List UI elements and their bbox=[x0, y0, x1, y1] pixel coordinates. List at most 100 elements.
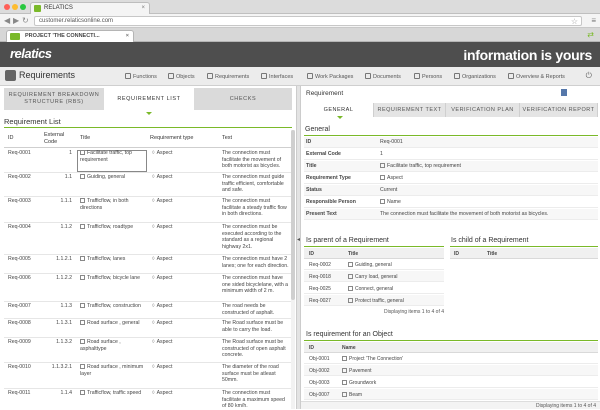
requirement-title[interactable]: Trafficflow, traffic speed bbox=[80, 390, 144, 397]
nav-objects[interactable]: Objects bbox=[168, 73, 195, 80]
bookmark-star-icon[interactable]: ☆ bbox=[571, 17, 578, 26]
back-icon[interactable]: ◀ bbox=[4, 15, 10, 27]
requirement-id[interactable]: Req-0003 bbox=[8, 198, 31, 205]
requirement-title[interactable]: Road surface , general bbox=[80, 320, 144, 327]
general-field-row: Title Facilitate traffic, top requirement bbox=[304, 161, 598, 172]
requirement-title[interactable]: Guiding, general bbox=[80, 174, 144, 181]
parent-row-id[interactable]: Req-0027 bbox=[309, 298, 331, 304]
parent-column-title[interactable]: Title bbox=[348, 251, 358, 257]
requirement-id[interactable]: Req-0010 bbox=[8, 364, 31, 371]
subtab-rbs[interactable]: REQUIREMENT BREAKDOWN STRUCTURE (RBS) bbox=[4, 88, 104, 110]
object-row[interactable]: Obj-0002 Pavement bbox=[304, 365, 598, 376]
requirement-id[interactable]: Req-0008 bbox=[8, 320, 31, 327]
requirement-title[interactable]: Road surface , asphalttype bbox=[80, 339, 144, 352]
nav-overview-reports[interactable]: Overview & Reports bbox=[508, 73, 565, 80]
reload-icon[interactable]: ↻ bbox=[22, 15, 29, 27]
object-row-id[interactable]: Obj-0003 bbox=[309, 380, 330, 386]
share-icon[interactable]: ⇄ bbox=[587, 30, 594, 39]
parent-row[interactable]: Req-0025 Connect, general bbox=[304, 283, 444, 294]
project-tab[interactable]: PROJECT 'THE CONNECTI... × bbox=[6, 30, 134, 42]
parent-row-title: Carry load, general bbox=[348, 274, 398, 280]
parent-section-heading: Is parent of a Requirement bbox=[306, 237, 389, 244]
forward-icon[interactable]: ▶ bbox=[13, 15, 19, 27]
parent-row[interactable]: Req-0018 Carry load, general bbox=[304, 271, 444, 282]
tab-verification-plan[interactable]: VERIFICATION PLAN bbox=[446, 103, 520, 117]
field-value: Req-0001 bbox=[380, 139, 403, 145]
requirement-type: ◊ Aspect bbox=[152, 224, 212, 231]
nav-functions[interactable]: Functions bbox=[125, 73, 157, 80]
field-label: Responsible Person bbox=[306, 199, 356, 205]
object-row-id[interactable]: Obj-0007 bbox=[309, 392, 330, 398]
aspect-icon: ◊ bbox=[152, 256, 155, 262]
parent-row-id[interactable]: Req-0025 bbox=[309, 286, 331, 292]
parent-row-icon bbox=[348, 274, 353, 279]
object-row[interactable]: Obj-0001 Project 'The Connection' bbox=[304, 353, 598, 364]
aspect-icon: ◊ bbox=[152, 224, 155, 230]
requirement-id[interactable]: Req-0002 bbox=[8, 174, 31, 181]
tab-requirement-text[interactable]: REQUIREMENT TEXT bbox=[374, 103, 446, 117]
subtab-checks[interactable]: CHECKS bbox=[194, 88, 292, 110]
browser-tab[interactable]: RELATICS × bbox=[30, 2, 150, 14]
window-close-dot[interactable] bbox=[4, 4, 10, 10]
requirement-title[interactable]: Trafficflow, roadtype bbox=[80, 224, 144, 231]
requirement-id[interactable]: Req-0007 bbox=[8, 303, 31, 310]
requirement-id[interactable]: Req-0009 bbox=[8, 339, 31, 346]
nav-documents[interactable]: Documents bbox=[365, 73, 401, 80]
column-header-external-code[interactable]: External Code bbox=[44, 132, 72, 146]
parent-column-id[interactable]: ID bbox=[309, 251, 314, 257]
parent-row-id[interactable]: Req-0018 bbox=[309, 274, 331, 280]
nav-persons[interactable]: Persons bbox=[414, 73, 442, 80]
requirement-id[interactable]: Req-0011 bbox=[8, 390, 30, 397]
child-column-id[interactable]: ID bbox=[454, 251, 459, 257]
requirement-title[interactable]: Trafficflow, in both directions bbox=[80, 198, 144, 211]
requirement-type-text: Aspect bbox=[156, 224, 173, 230]
requirement-id[interactable]: Req-0005 bbox=[8, 256, 31, 263]
requirement-title[interactable]: Facilitate traffic, top requirement bbox=[80, 150, 144, 163]
parent-row-id[interactable]: Req-0002 bbox=[309, 262, 331, 268]
child-column-title[interactable]: Title bbox=[487, 251, 497, 257]
object-row-id[interactable]: Obj-0001 bbox=[309, 356, 330, 362]
column-header-text[interactable]: Text bbox=[222, 135, 232, 142]
parent-row[interactable]: Req-0002 Guiding, general bbox=[304, 259, 444, 270]
object-row[interactable]: Obj-0003 Groundwork bbox=[304, 377, 598, 388]
nav-work-packages[interactable]: Work Packages bbox=[307, 73, 353, 80]
object-column-name[interactable]: Name bbox=[342, 345, 356, 351]
browser-menu-icon[interactable]: ≡ bbox=[591, 15, 596, 27]
window-zoom-dot[interactable] bbox=[20, 4, 26, 10]
logout-power-icon[interactable]: ⏻ bbox=[586, 71, 592, 81]
url-input[interactable]: customer.relaticsonline.com ☆ bbox=[34, 16, 582, 26]
print-icon[interactable] bbox=[561, 89, 567, 96]
subtab-requirement-list[interactable]: REQUIREMENT LIST bbox=[106, 88, 192, 110]
requirement-id[interactable]: Req-0004 bbox=[8, 224, 31, 231]
tab-general[interactable]: GENERAL bbox=[304, 103, 374, 117]
window-minimize-dot[interactable] bbox=[12, 4, 18, 10]
requirement-title[interactable]: Trafficflow, construction bbox=[80, 303, 144, 310]
object-column-id[interactable]: ID bbox=[309, 345, 314, 351]
tab-verification-report[interactable]: VERIFICATION REPORT bbox=[520, 103, 598, 117]
browser-tab-close-icon[interactable]: × bbox=[141, 3, 145, 14]
column-header-title[interactable]: Title bbox=[80, 135, 90, 142]
field-label: External Code bbox=[306, 151, 341, 157]
app-tab-strip: PROJECT 'THE CONNECTI... × bbox=[0, 28, 600, 42]
requirement-title[interactable]: Road surface , minimum layer bbox=[80, 364, 144, 377]
splitter-collapse-icon[interactable]: ◂ bbox=[297, 236, 300, 243]
project-tab-close-icon[interactable]: × bbox=[126, 31, 129, 42]
requirement-title[interactable]: Trafficflow, bicycle lane bbox=[80, 275, 144, 282]
column-header-requirement-type[interactable]: Requirement type bbox=[150, 135, 193, 142]
object-row-id[interactable]: Obj-0002 bbox=[309, 368, 330, 374]
left-scrollbar-thumb[interactable] bbox=[291, 130, 295, 300]
parent-row[interactable]: Req-0027 Protect traffic, general bbox=[304, 295, 444, 306]
child-underline bbox=[450, 246, 598, 247]
requirement-title-text: Trafficflow, bicycle lane bbox=[87, 275, 141, 281]
requirement-type: ◊ Aspect bbox=[152, 339, 212, 346]
nav-interfaces[interactable]: Interfaces bbox=[261, 73, 293, 80]
column-header-id[interactable]: ID bbox=[8, 135, 14, 142]
nav-requirements[interactable]: Requirements bbox=[207, 73, 249, 80]
requirement-id[interactable]: Req-0006 bbox=[8, 275, 31, 282]
requirement-id[interactable]: Req-0001 bbox=[8, 150, 31, 157]
object-row[interactable]: Obj-0007 Beam bbox=[304, 389, 598, 400]
requirement-type-text: Aspect bbox=[156, 150, 173, 156]
browser-tab-title: RELATICS bbox=[44, 5, 73, 11]
nav-organizations[interactable]: Organizations bbox=[454, 73, 496, 80]
requirement-title[interactable]: Trafficflow, lanes bbox=[80, 256, 144, 263]
